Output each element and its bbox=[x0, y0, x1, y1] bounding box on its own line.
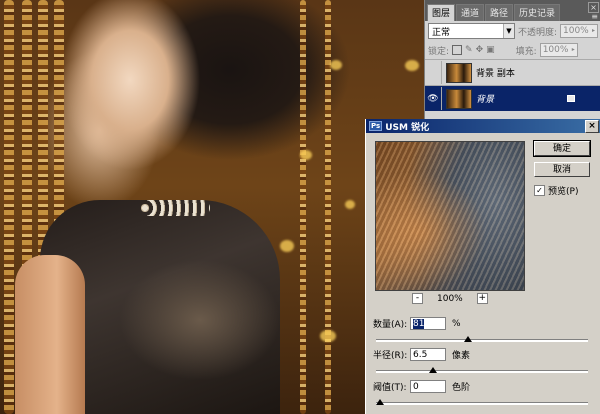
layer-thumbnail bbox=[446, 62, 472, 83]
preview-checkbox-row[interactable]: ✓ 预览(P) bbox=[534, 184, 578, 197]
bokeh-light bbox=[330, 60, 342, 70]
radius-input[interactable]: 6.5 bbox=[410, 348, 446, 361]
lock-icon bbox=[567, 95, 575, 102]
bokeh-light bbox=[345, 200, 355, 209]
amount-input[interactable]: 81 bbox=[410, 317, 446, 330]
slider-knob[interactable] bbox=[463, 336, 472, 342]
radius-slider[interactable] bbox=[376, 367, 588, 373]
blend-mode-select[interactable]: 正常 ▼ bbox=[428, 23, 515, 39]
amount-slider[interactable] bbox=[376, 336, 588, 342]
bokeh-light bbox=[280, 240, 294, 252]
layers-panel: 图层 通道 路径 历史记录 × ≡ 正常 ▼ 不透明度: 100% ▸ 锁定: … bbox=[424, 0, 600, 119]
layer-name: 背景 副本 bbox=[476, 69, 515, 79]
bead-curtain bbox=[4, 0, 14, 414]
photoshop-icon: Ps bbox=[369, 121, 383, 131]
bokeh-light bbox=[300, 150, 312, 160]
threshold-label: 阈值(T): bbox=[373, 383, 407, 393]
threshold-slider[interactable] bbox=[376, 399, 588, 405]
close-icon[interactable]: × bbox=[585, 120, 599, 133]
layer-thumbnail bbox=[446, 88, 472, 109]
amount-unit: % bbox=[452, 318, 461, 329]
opacity-label: 不透明度: bbox=[517, 27, 558, 38]
amount-row: 数量(A): 81 % bbox=[373, 317, 461, 330]
radius-unit: 像素 bbox=[452, 351, 471, 361]
brush-lock-icon[interactable]: ✎ bbox=[465, 45, 473, 55]
threshold-row: 阈值(T): 0 色阶 bbox=[373, 380, 470, 393]
layer-row[interactable]: 👁 背景 bbox=[425, 85, 600, 111]
layer-name: 背景 bbox=[476, 95, 495, 105]
blend-mode-value: 正常 bbox=[432, 27, 451, 38]
dialog-title: USM 锐化 bbox=[385, 122, 430, 133]
blend-opacity-row: 正常 ▼ 不透明度: 100% ▸ bbox=[425, 21, 600, 41]
zoom-in-button[interactable]: + bbox=[476, 293, 488, 304]
unsharp-mask-dialog: Ps USM 锐化 × 确定 取消 ✓ 预览(P) - 100% + 数量(A)… bbox=[365, 119, 600, 414]
bead-curtain bbox=[300, 0, 306, 414]
opacity-value: 100% bbox=[563, 26, 589, 36]
ok-button[interactable]: 确定 bbox=[533, 140, 591, 157]
pearl-necklace bbox=[140, 200, 210, 216]
cancel-button[interactable]: 取消 bbox=[534, 162, 590, 177]
amount-label: 数量(A): bbox=[373, 320, 408, 330]
tab-history[interactable]: 历史记录 bbox=[514, 4, 561, 21]
layers-panel-tabs: 图层 通道 路径 历史记录 × ≡ bbox=[425, 0, 600, 21]
preview-image[interactable] bbox=[375, 141, 525, 291]
zoom-value: 100% bbox=[437, 293, 463, 304]
fill-value: 100% bbox=[542, 45, 569, 55]
visibility-toggle[interactable] bbox=[425, 61, 442, 84]
zoom-controls: - 100% + bbox=[412, 293, 488, 304]
chevron-right-icon: ▸ bbox=[571, 46, 575, 53]
eye-icon[interactable]: 👁 bbox=[425, 87, 442, 110]
fill-label: 填充: bbox=[515, 46, 537, 57]
radius-row: 半径(R): 6.5 像素 bbox=[373, 348, 470, 361]
preview-checkbox[interactable]: ✓ bbox=[534, 185, 545, 196]
panel-menu-icon[interactable]: ≡ bbox=[591, 13, 598, 21]
bokeh-light bbox=[405, 60, 419, 71]
zoom-out-button[interactable]: - bbox=[412, 293, 423, 304]
radius-label: 半径(R): bbox=[373, 351, 408, 361]
lock-all-icon[interactable]: ▣ bbox=[486, 45, 495, 55]
slider-knob[interactable] bbox=[376, 399, 384, 405]
fill-field[interactable]: 100% ▸ bbox=[539, 43, 578, 57]
bokeh-light bbox=[320, 330, 336, 342]
chevron-down-icon: ▼ bbox=[502, 24, 514, 38]
slider-knob[interactable] bbox=[429, 367, 438, 373]
amount-value: 81 bbox=[413, 319, 425, 329]
raised-arm bbox=[15, 255, 85, 414]
move-lock-icon[interactable]: ✥ bbox=[476, 45, 484, 55]
tab-layers[interactable]: 图层 bbox=[427, 4, 456, 21]
lock-transparent-icon[interactable] bbox=[452, 45, 463, 55]
opacity-field[interactable]: 100% ▸ bbox=[560, 24, 598, 38]
dialog-titlebar[interactable]: Ps USM 锐化 × bbox=[366, 119, 600, 133]
threshold-unit: 色阶 bbox=[452, 383, 471, 393]
chevron-right-icon: ▸ bbox=[591, 27, 595, 34]
layer-row[interactable]: 背景 副本 bbox=[425, 59, 600, 85]
lock-fill-row: 锁定: ✎ ✥ ▣ 填充: 100% ▸ bbox=[425, 41, 600, 59]
tab-channels[interactable]: 通道 bbox=[456, 4, 485, 21]
lock-label: 锁定: bbox=[428, 46, 450, 57]
preview-label: 预览(P) bbox=[548, 187, 579, 197]
threshold-input[interactable]: 0 bbox=[410, 380, 446, 393]
tab-paths[interactable]: 路径 bbox=[485, 4, 514, 21]
